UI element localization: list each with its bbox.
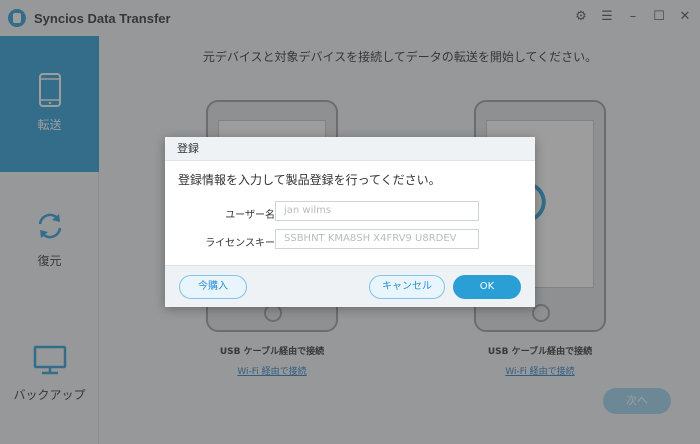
dialog-footer: 今購入 キャンセル OK — [165, 265, 535, 307]
dialog-message: 登録情報を入力して製品登録を行ってください。 — [178, 173, 441, 187]
ok-button[interactable]: OK — [453, 275, 521, 299]
username-input[interactable]: jan wilms — [275, 201, 479, 221]
license-key-label: ライセンスキー — [205, 238, 275, 249]
cancel-button[interactable]: キャンセル — [369, 275, 445, 299]
username-label: ユーザー名 — [225, 210, 275, 221]
dialog-title: 登録 — [165, 137, 535, 161]
registration-dialog: 登録 登録情報を入力して製品登録を行ってください。 ユーザー名 jan wilm… — [165, 137, 535, 307]
buy-now-button[interactable]: 今購入 — [179, 275, 247, 299]
license-key-input[interactable]: SSBHNT KMA8SH X4FRV9 U8RDEV — [275, 229, 479, 249]
